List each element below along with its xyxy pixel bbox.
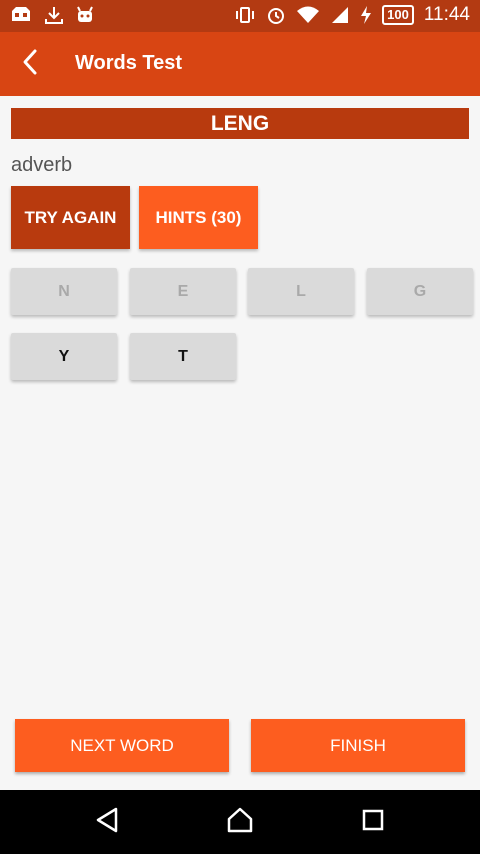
vibrate-icon: [234, 5, 256, 25]
alarm-icon: [266, 5, 286, 25]
nav-recents-button[interactable]: [353, 804, 393, 840]
next-word-button[interactable]: NEXT WORD: [15, 719, 229, 772]
battery-icon: 100: [382, 5, 414, 25]
answer-display: LENG: [11, 108, 469, 139]
system-nav-bar: [0, 790, 480, 854]
nav-back-button[interactable]: [87, 804, 127, 840]
clock: 11:44: [423, 4, 470, 25]
wifi-icon: [296, 5, 320, 25]
recents-icon: [361, 808, 385, 837]
app-bar: Words Test: [0, 32, 480, 96]
home-icon: [226, 806, 254, 839]
word-type-label: adverb: [11, 154, 73, 176]
try-again-button[interactable]: TRY AGAIN: [11, 186, 130, 249]
letter-tile[interactable]: Y: [11, 333, 117, 380]
android-icon: [76, 5, 94, 25]
status-bar: 100 11:44: [0, 0, 480, 32]
finish-button[interactable]: FINISH: [251, 719, 465, 772]
letter-tile: N: [11, 268, 117, 315]
back-arrow-icon: [20, 48, 40, 81]
hints-button[interactable]: HINTS (30): [139, 186, 258, 249]
letter-tile: L: [248, 268, 354, 315]
letter-tile: E: [130, 268, 236, 315]
charging-icon: [360, 5, 372, 25]
letter-tile[interactable]: T: [130, 333, 236, 380]
page-title: Words Test: [75, 52, 183, 74]
game-controller-icon: [10, 5, 32, 25]
back-button[interactable]: [10, 44, 50, 84]
signal-icon: [330, 5, 350, 25]
nav-home-button[interactable]: [220, 804, 260, 840]
back-triangle-icon: [94, 806, 120, 839]
download-icon: [44, 5, 64, 25]
letter-tile: G: [367, 268, 473, 315]
